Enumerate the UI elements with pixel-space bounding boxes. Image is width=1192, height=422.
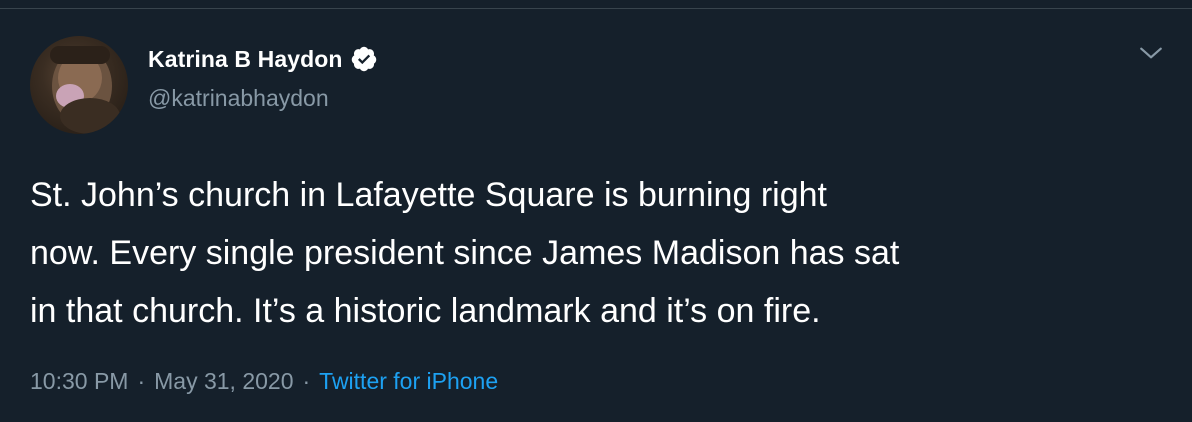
- chevron-down-icon[interactable]: [1138, 40, 1164, 66]
- meta-separator: ·: [137, 368, 146, 394]
- tweet-meta: 10:30 PM · May 31, 2020 · Twitter for iP…: [30, 368, 498, 395]
- tweet-time[interactable]: 10:30 PM: [30, 368, 128, 395]
- top-divider: [0, 0, 1192, 9]
- tweet-card: Katrina B Haydon @katrinabhaydon St. Joh…: [0, 10, 1192, 422]
- verified-badge-icon: [351, 46, 376, 72]
- tweet-source-link[interactable]: Twitter for iPhone: [319, 368, 498, 395]
- profile-photo-icon: [50, 46, 120, 134]
- avatar[interactable]: [30, 36, 128, 134]
- author-name-row[interactable]: Katrina B Haydon: [148, 44, 378, 74]
- author-name[interactable]: Katrina B Haydon: [148, 46, 343, 73]
- author-handle[interactable]: @katrinabhaydon: [148, 85, 329, 112]
- tweet-date[interactable]: May 31, 2020: [154, 368, 293, 395]
- tweet-text: St. John’s church in Lafayette Square is…: [30, 176, 900, 330]
- meta-separator: ·: [302, 368, 311, 394]
